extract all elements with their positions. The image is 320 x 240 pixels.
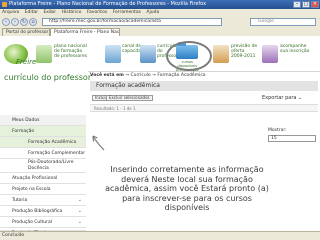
menu-bookmarks[interactable]: Favoritos (87, 10, 107, 15)
sidebar-item-formacao-academica[interactable]: Formação Acadêmica (0, 137, 86, 148)
sidebar-item-producao-cultural[interactable]: Produção Cultural ⌄ (0, 217, 86, 228)
sidebar-item-atuacao[interactable]: Atuação Profissional (0, 173, 86, 184)
header-item-acompanhe[interactable]: acompanhe sua inscrição (280, 44, 309, 54)
menu-view[interactable]: Exibir (43, 10, 56, 15)
page-size-value: 15 (271, 136, 277, 141)
reload-icon[interactable]: ↻ (20, 18, 28, 26)
sidebar: currículo do professor Meus Dados Formaç… (0, 71, 92, 236)
chevron-down-icon: ⌄ (298, 95, 303, 101)
logo-text: Freire (16, 58, 37, 66)
sidebar-item-formacao-complementar[interactable]: Formação Complementar (0, 148, 86, 159)
window-title: Plataforma Freire - Plano Nacional de Fo… (9, 1, 207, 7)
show-label: Mostrar: (268, 128, 287, 133)
breadcrumb-item[interactable]: Currículo (130, 73, 150, 78)
book-icon (105, 45, 121, 63)
highlight-circle (166, 41, 212, 71)
menu-edit[interactable]: Editar (25, 10, 38, 15)
tab-plataforma-freire[interactable]: Plataforma Freire - Plano Nac... (50, 28, 120, 36)
sidebar-item-producao-bibliografica[interactable]: Produção Bibliográfica ⌄ (0, 206, 86, 217)
minimize-button[interactable]: – (293, 1, 301, 8)
sidebar-item-pos-doutorado[interactable]: Pós-Doutorado/Livre Docência (0, 159, 86, 173)
close-button[interactable]: × (311, 1, 319, 8)
sidebar-item-label: Formação Acadêmica (28, 140, 77, 145)
home-icon[interactable]: ⌂ (29, 18, 37, 26)
page-size-select[interactable]: 15 (268, 135, 316, 142)
window-titlebar: Plataforma Freire - Plano Nacional de Fo… (0, 0, 320, 9)
tab-portal-professor[interactable]: Portal do professor (2, 28, 50, 36)
sidebar-item-label: Atuação Profissional (12, 176, 58, 181)
menu-file[interactable]: Arquivo (2, 10, 19, 15)
sidebar-item-formacao[interactable]: Formação (0, 126, 86, 137)
sidebar-item-label: Formação Complementar (28, 151, 86, 156)
sidebar-item-label: Formação (12, 129, 35, 134)
sidebar-item-projeto[interactable]: Projeto na Escola (0, 184, 86, 195)
window-controls: – □ × (293, 1, 319, 8)
breadcrumb: Você está em → Currículo → Formação Acad… (90, 73, 206, 78)
header-item-plano[interactable]: plano nacional de formação de professore… (54, 44, 87, 59)
sidebar-item-label: Produção Cultural (12, 220, 52, 225)
page-title: Formação acadêmica (90, 81, 318, 91)
sidebar-item-label: Projeto na Escola (12, 187, 51, 192)
export-label: Exportar para (262, 95, 297, 101)
result-count: Resultado: 1 - 1 de 1 (90, 104, 318, 112)
status-bar: Concluído (0, 231, 320, 240)
sidebar-item-label: Produção Bibliográfica (12, 209, 63, 214)
breadcrumb-item[interactable]: Formação Acadêmica (157, 73, 205, 78)
url-bar[interactable]: http://freire.mec.gov.br/formacao/academ… (42, 18, 222, 26)
menu-tools[interactable]: Ferramentas (113, 10, 141, 15)
sidebar-title: currículo do professor (4, 73, 92, 82)
person-icon (262, 45, 278, 63)
firefox-icon (2, 2, 7, 7)
chevron-down-icon: ⌄ (77, 197, 82, 203)
export-dropdown[interactable]: Exportar para ⌄ (262, 95, 302, 101)
sidebar-item-label: Pós-Doutorado/Livre Docência (28, 160, 74, 171)
back-icon[interactable]: ‹ (2, 18, 10, 26)
sidebar-item-tutoria[interactable]: Tutoria ⌄ (0, 195, 86, 206)
header-item-previsao[interactable]: previsão de oferta 2009-2011 (231, 44, 257, 59)
chevron-down-icon: ⌄ (77, 208, 82, 214)
breadcrumb-prefix: Você está em (90, 73, 124, 78)
chevron-down-icon: ⌄ (77, 219, 82, 225)
annotation-text: Inserindo corretamente as informação dev… (105, 165, 269, 212)
delete-selected-button[interactable]: Excluir selecionados (106, 95, 153, 101)
sidebar-item-label: Meus Dados (12, 118, 40, 123)
sidebar-item-meus-dados[interactable]: Meus Dados (0, 115, 86, 126)
sidebar-item-label: Tutoria (12, 198, 28, 203)
forward-icon[interactable]: › (11, 18, 19, 26)
maximize-button[interactable]: □ (302, 1, 310, 8)
menu-help[interactable]: Ajuda (146, 10, 159, 15)
menu-history[interactable]: Histórico (62, 10, 82, 15)
search-input[interactable]: Google (250, 18, 316, 26)
leaf-icon (36, 45, 52, 63)
document-icon (140, 45, 156, 63)
site-header: Freire plano nacional de formação de pro… (0, 36, 320, 72)
calendar-icon (213, 45, 229, 63)
